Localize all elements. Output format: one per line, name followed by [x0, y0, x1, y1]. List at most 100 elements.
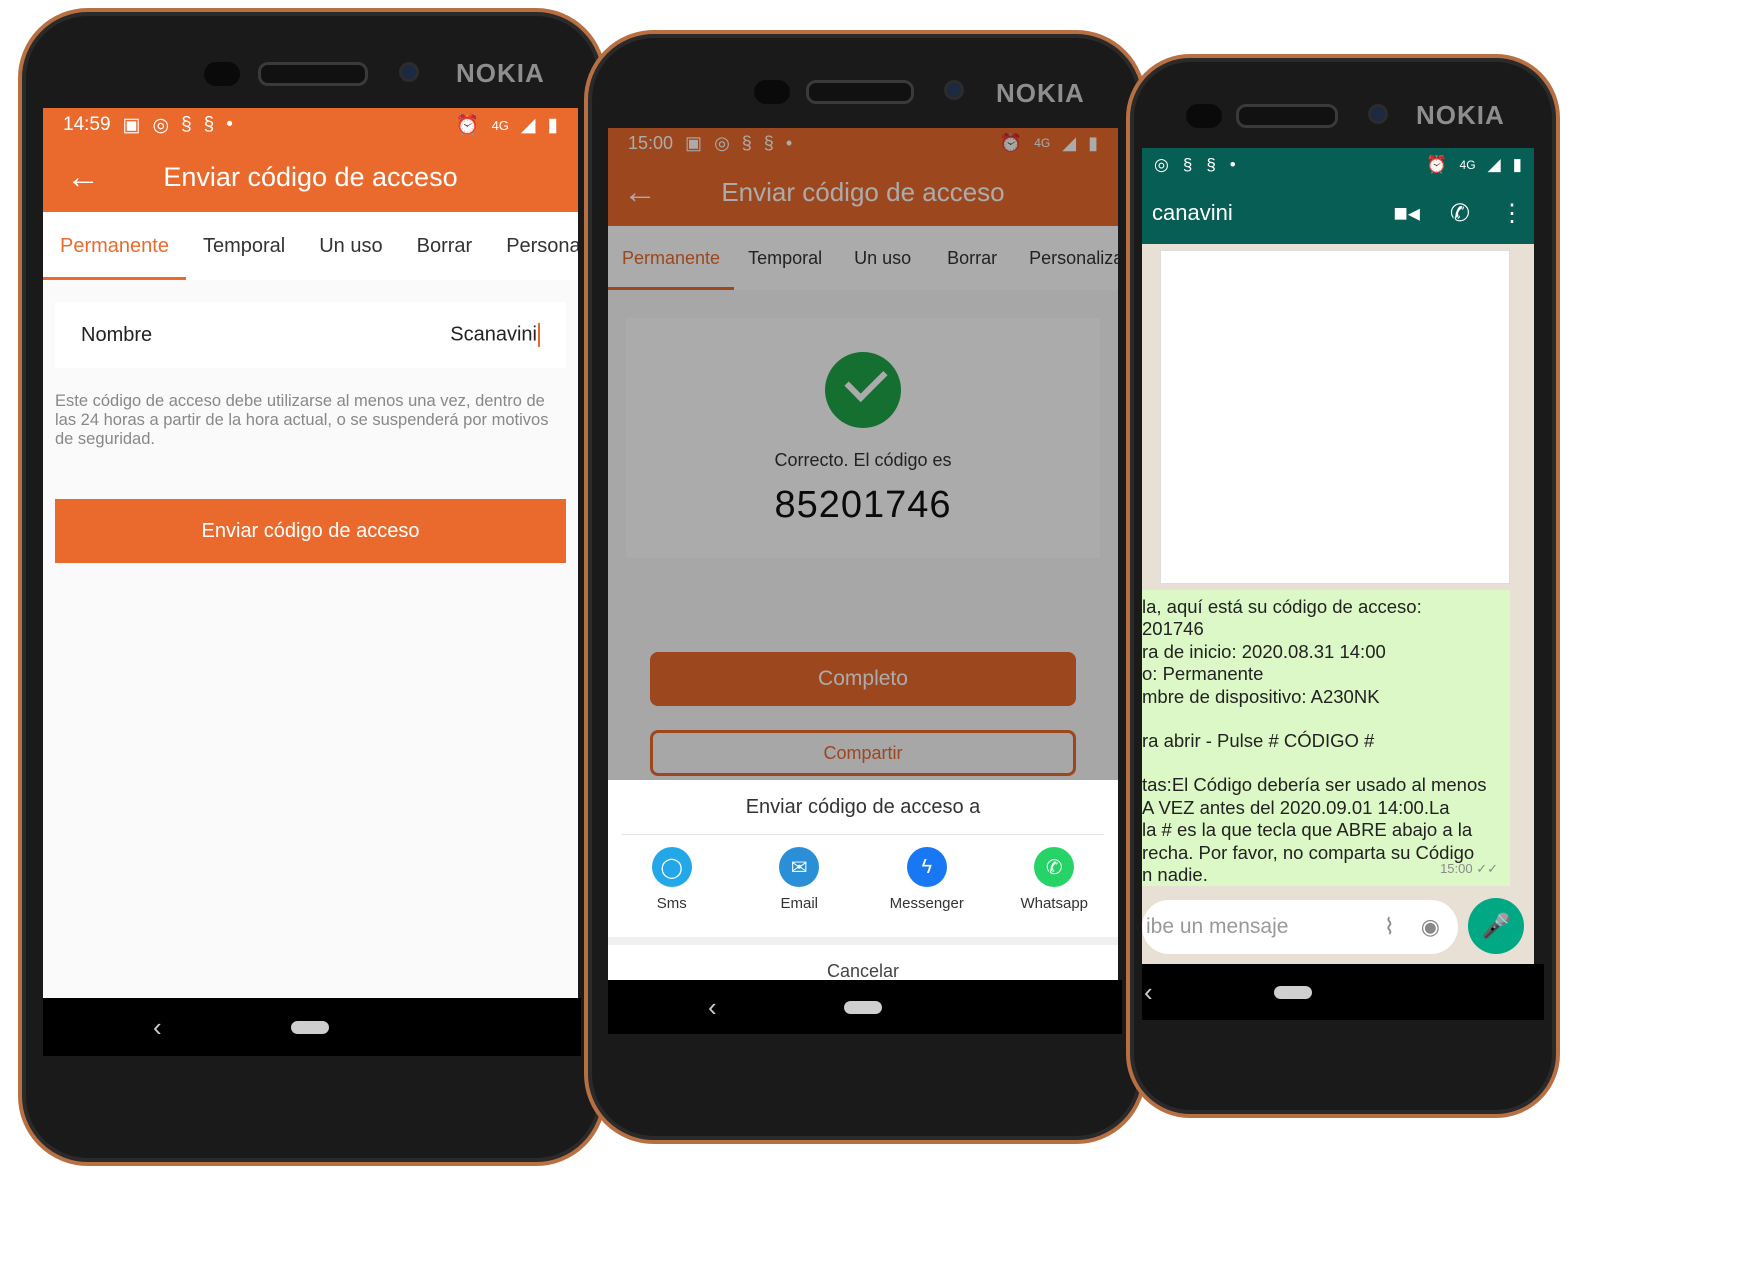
more-options-icon[interactable]: ⋮: [1500, 199, 1524, 228]
front-camera: [1368, 104, 1388, 124]
battery-icon: ▮: [1512, 155, 1522, 174]
app-notification-icon: §: [1206, 155, 1216, 174]
more-notifications-icon: •: [226, 114, 233, 135]
tab-temporal[interactable]: Temporal: [186, 212, 302, 280]
tab-bar: Permanente Temporal Un uso Borrar Person…: [608, 226, 1118, 290]
tab-permanente[interactable]: Permanente: [43, 212, 186, 280]
message-time: 15:00 ✓✓: [1440, 860, 1498, 876]
message-input[interactable]: ibe un mensaje ⌇ ◉: [1142, 900, 1458, 954]
contact-name[interactable]: canavini: [1152, 200, 1233, 226]
status-bar: 15:00 ▣ ◎ § § • ⏰ 4G ◢ ▮: [608, 128, 1118, 158]
phone-1-screen: 14:59 ▣ ◎ § § • ⏰ 4G ◢ ▮ ← Enviar código…: [43, 108, 578, 998]
name-label: Nombre: [81, 323, 153, 346]
app-notification-icon: §: [763, 132, 774, 153]
message-line: la # es la que tecla que ABRE abajo a la: [1142, 819, 1473, 841]
tab-temporal[interactable]: Temporal: [734, 226, 836, 290]
nav-back-icon[interactable]: ‹: [1144, 977, 1153, 1008]
access-code: 85201746: [774, 484, 952, 526]
microphone-icon[interactable]: 🎤: [1468, 898, 1524, 954]
share-messenger[interactable]: ϟ Messenger: [872, 847, 982, 937]
shared-image-placeholder[interactable]: [1160, 250, 1510, 584]
cancel-button[interactable]: Cancelar: [608, 937, 1118, 980]
earpiece-speaker: [1236, 104, 1338, 128]
success-check-icon: [825, 352, 901, 428]
share-whatsapp[interactable]: ✆ Whatsapp: [999, 847, 1109, 937]
app-notification-icon: §: [181, 114, 192, 135]
tab-un-uso[interactable]: Un uso: [302, 212, 399, 280]
share-options: ◯ Sms ✉ Email ϟ Messenger ✆ Whatsapp: [608, 835, 1118, 937]
share-button[interactable]: Compartir: [650, 730, 1076, 776]
signal-icon: ◢: [1062, 132, 1077, 153]
tab-personaliza[interactable]: Personaliza: [489, 212, 578, 280]
alarm-icon: ⏰: [455, 115, 480, 136]
message-line: [1142, 752, 1510, 774]
complete-button[interactable]: Completo: [650, 652, 1076, 706]
notice-text: Este código de acceso debe utilizarse al…: [55, 392, 549, 448]
battery-icon: ▮: [547, 114, 558, 136]
message-line: 201746: [1142, 618, 1204, 640]
phone-1: NOKIA 14:59 ▣ ◎ § § • ⏰ 4G ◢ ▮ ← Enviar …: [18, 8, 606, 1166]
name-value: Scanavini: [450, 323, 537, 346]
network-label: 4G: [491, 117, 509, 133]
alarm-icon: ⏰: [999, 132, 1023, 153]
phone-2-top-bezel: NOKIA: [588, 34, 1142, 114]
success-card: Correcto. El código es 85201746: [626, 318, 1100, 558]
chat-message-bubble[interactable]: la, aquí está su código de acceso: 20174…: [1142, 590, 1510, 886]
tab-borrar[interactable]: Borrar: [929, 226, 1015, 290]
tab-bar: Permanente Temporal Un uso Borrar Person…: [43, 212, 578, 280]
sms-icon: ◯: [651, 847, 692, 887]
camera-icon[interactable]: ◉: [1421, 914, 1440, 940]
signal-icon: ◢: [1487, 155, 1501, 174]
tab-permanente[interactable]: Permanente: [608, 226, 735, 290]
back-arrow-icon[interactable]: ←: [43, 158, 123, 197]
earpiece-speaker: [806, 80, 914, 104]
instagram-icon: ◎: [152, 114, 170, 136]
gallery-icon: ▣: [122, 114, 141, 136]
success-text: Correcto. El código es: [774, 450, 952, 470]
instagram-icon: ◎: [1154, 155, 1169, 174]
email-icon: ✉: [779, 847, 820, 887]
app-bar: ← Enviar código de acceso: [608, 158, 1118, 226]
share-email[interactable]: ✉ Email: [744, 847, 854, 937]
share-sms[interactable]: ◯ Sms: [617, 847, 727, 937]
message-placeholder: ibe un mensaje: [1146, 915, 1289, 938]
gallery-icon: ▣: [685, 132, 703, 153]
video-call-icon[interactable]: ■◂: [1393, 199, 1420, 228]
back-arrow-icon[interactable]: ←: [608, 173, 672, 212]
status-time: 15:00: [628, 132, 674, 153]
brand-logo: NOKIA: [456, 58, 545, 88]
name-field-row[interactable]: Nombre Scanavini: [55, 302, 566, 368]
name-input[interactable]: Scanavini: [450, 323, 540, 347]
message-line: tas:El Código debería ser usado al menos: [1142, 774, 1487, 796]
nav-back-icon[interactable]: ‹: [153, 1012, 162, 1043]
tab-personaliza[interactable]: Personaliza: [1015, 226, 1118, 290]
phone-3: NOKIA ◎ § § • ⏰ 4G ◢ ▮ canavini ■◂ ✆ ⋮ l…: [1126, 54, 1560, 1118]
nav-home-button[interactable]: [844, 1000, 882, 1014]
send-code-button[interactable]: Enviar código de acceso: [55, 499, 566, 563]
phone-2: NOKIA 15:00 ▣ ◎ § § • ⏰ 4G ◢ ▮ ← Enviar …: [584, 30, 1146, 1144]
phone-call-icon[interactable]: ✆: [1450, 199, 1470, 228]
nav-back-icon[interactable]: ‹: [708, 992, 717, 1023]
more-notifications-icon: •: [785, 132, 793, 153]
message-line: ra abrir - Pulse # CÓDIGO #: [1142, 730, 1375, 752]
share-sheet-title: Enviar código de acceso a: [622, 780, 1104, 835]
attach-icon[interactable]: ⌇: [1384, 914, 1395, 940]
whatsapp-icon: ✆: [1034, 847, 1075, 887]
signal-icon: ◢: [520, 114, 536, 136]
nav-bar: ‹: [608, 980, 1122, 1034]
phone-1-top-bezel: NOKIA: [22, 12, 602, 92]
phone-2-screen: 15:00 ▣ ◎ § § • ⏰ 4G ◢ ▮ ← Enviar código…: [608, 128, 1118, 980]
brand-logo: NOKIA: [1416, 100, 1505, 130]
network-label: 4G: [1459, 158, 1476, 172]
phone-3-screen: ◎ § § • ⏰ 4G ◢ ▮ canavini ■◂ ✆ ⋮ la, aqu…: [1142, 148, 1534, 964]
battery-icon: ▮: [1088, 132, 1098, 153]
phone-3-top-bezel: NOKIA: [1130, 58, 1556, 138]
message-line: la, aquí está su código de acceso:: [1142, 596, 1422, 617]
nav-home-button[interactable]: [291, 1020, 329, 1034]
tab-un-uso[interactable]: Un uso: [836, 226, 929, 290]
page-title: Enviar código de acceso: [163, 161, 458, 192]
tab-borrar[interactable]: Borrar: [400, 212, 490, 280]
page-title: Enviar código de acceso: [721, 176, 1005, 207]
nav-home-button[interactable]: [1274, 985, 1312, 999]
message-line: mbre de dispositivo: A230NK: [1142, 685, 1380, 707]
